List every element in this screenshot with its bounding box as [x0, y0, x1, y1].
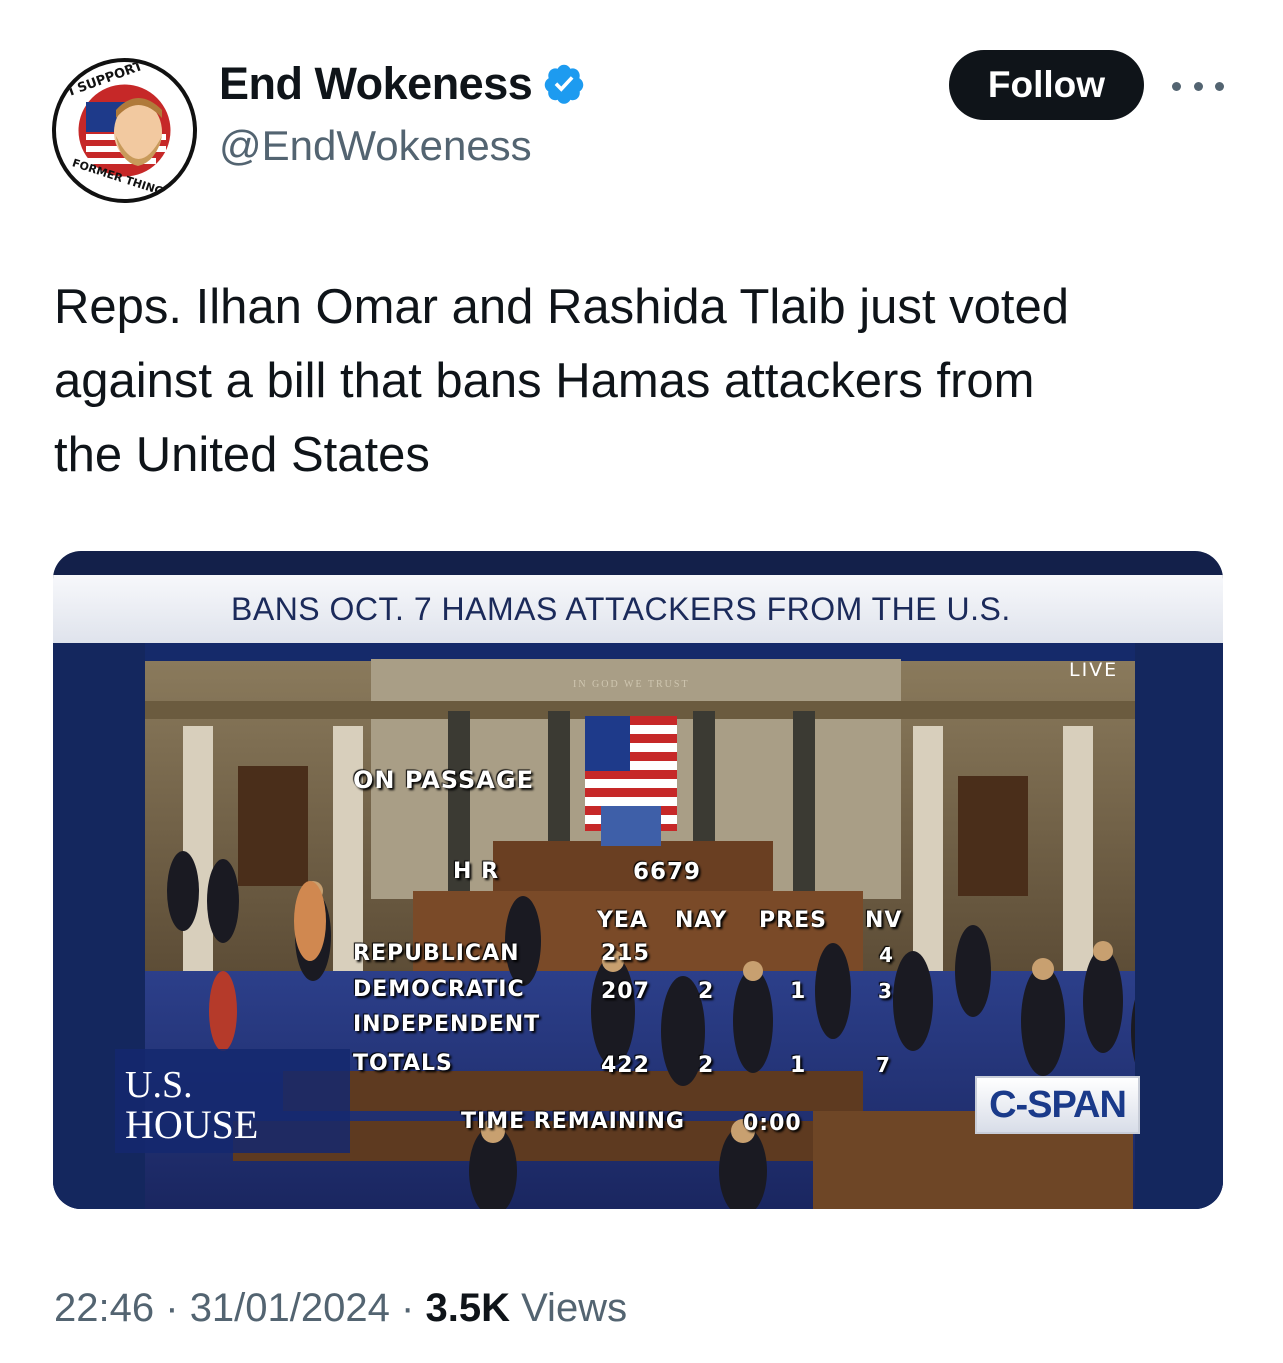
- time-remaining-label: TIME REMAINING: [461, 1109, 685, 1134]
- cspan-text: C-SPAN: [989, 1083, 1127, 1126]
- banner-title: BANS OCT. 7 HAMAS ATTACKERS FROM THE U.S…: [231, 591, 1011, 627]
- tweet-media-image[interactable]: BANS OCT. 7 HAMAS ATTACKERS FROM THE U.S…: [53, 551, 1223, 1209]
- more-dot: [1215, 81, 1224, 91]
- on-passage-label: ON PASSAGE: [353, 766, 534, 794]
- row-label-democratic: DEMOCRATIC: [353, 977, 525, 1002]
- bill-number: 6679: [633, 859, 702, 885]
- time-remaining-value: 0:00: [743, 1111, 802, 1136]
- display-name[interactable]: End Wokeness: [219, 58, 533, 110]
- cspan-logo: C-SPAN: [975, 1076, 1140, 1134]
- us-house-line2: HOUSE: [125, 1102, 259, 1147]
- row-totals-yea: 422: [601, 1053, 650, 1078]
- author-name-row[interactable]: End Wokeness: [219, 58, 586, 110]
- row-label-totals: TOTALS: [353, 1051, 453, 1076]
- row-label-republican: REPUBLICAN: [353, 941, 520, 966]
- header-yea: YEA: [597, 908, 648, 933]
- row-label-independent: INDEPENDENT: [353, 1012, 541, 1037]
- row-totals-nv: 7: [876, 1053, 891, 1077]
- avatar[interactable]: I SUPPORT THE FORMER THINGS: [52, 58, 197, 203]
- tweet-meta: 22:46 · 31/01/2024 · 3.5K Views: [54, 1286, 627, 1331]
- handle[interactable]: @EndWokeness: [219, 122, 532, 170]
- row-democratic-yea: 207: [601, 979, 650, 1004]
- bill-prefix: H R: [453, 859, 500, 884]
- row-republican-nv: 4: [879, 943, 894, 967]
- more-options-icon[interactable]: [1172, 66, 1224, 106]
- motto: IN GOD WE TRUST: [573, 679, 690, 690]
- lower-third-banner: BANS OCT. 7 HAMAS ATTACKERS FROM THE U.S…: [53, 575, 1223, 643]
- tweet-time[interactable]: 22:46: [54, 1286, 154, 1330]
- row-democratic-pres: 1: [790, 979, 807, 1004]
- meta-separator: ·: [165, 1286, 179, 1330]
- row-democratic-nay: 2: [698, 979, 715, 1004]
- row-totals-pres: 1: [790, 1053, 807, 1078]
- verified-badge-icon: [545, 64, 584, 104]
- views-label: Views: [521, 1286, 628, 1330]
- live-indicator: LIVE: [1069, 659, 1119, 681]
- more-dot: [1172, 81, 1181, 91]
- us-house-logo: U.S. HOUSE: [115, 1049, 350, 1153]
- header-pres: PRES: [759, 908, 827, 933]
- more-dot: [1193, 81, 1203, 91]
- header-nay: NAY: [675, 908, 728, 933]
- row-democratic-nv: 3: [878, 979, 893, 1003]
- tweet-text: Reps. Ilhan Omar and Rashida Tlaib just …: [54, 280, 1070, 482]
- row-republican-yea: 215: [601, 941, 650, 966]
- row-totals-nay: 2: [698, 1053, 715, 1078]
- follow-button[interactable]: Follow: [949, 50, 1144, 120]
- meta-separator: ·: [401, 1286, 415, 1330]
- header-nv: NV: [865, 908, 903, 933]
- views-count[interactable]: 3.5K: [425, 1286, 510, 1330]
- tweet-date[interactable]: 31/01/2024: [190, 1286, 390, 1330]
